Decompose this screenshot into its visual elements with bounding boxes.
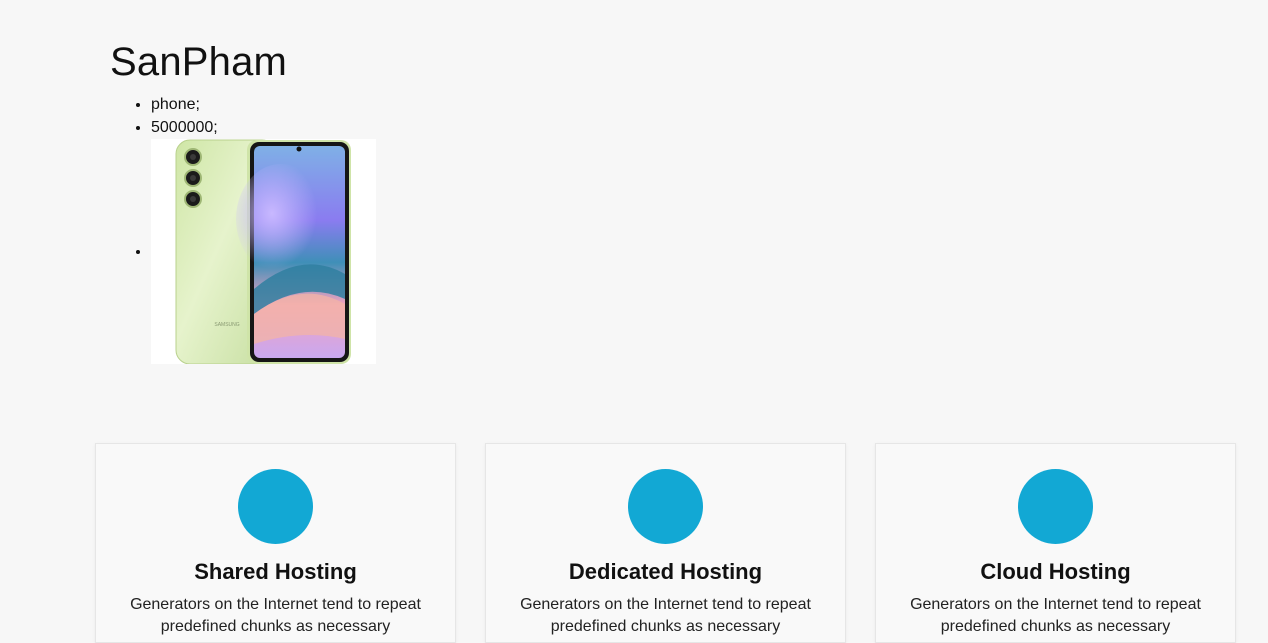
page-title: SanPham [110,40,288,84]
hosting-cards: Shared Hosting Generators on the Interne… [95,443,1237,643]
circle-icon [238,469,313,544]
card-description: Generators on the Internet tend to repea… [520,596,811,635]
card-shared-hosting: Shared Hosting Generators on the Interne… [95,443,456,643]
card-title: Dedicated Hosting [568,559,763,584]
product-price: 5000000; [151,116,376,139]
circle-icon [628,469,703,544]
card-title: Cloud Hosting [980,559,1131,584]
product-list: phone; 5000000; [111,93,376,364]
product-name: phone; [151,93,376,116]
card-title: Shared Hosting [194,559,357,584]
card-dedicated-hosting: Dedicated Hosting Generators on the Inte… [485,443,846,643]
card-cloud-hosting: Cloud Hosting Generators on the Internet… [875,443,1236,643]
circle-icon [1018,469,1093,544]
card-description: Generators on the Internet tend to repea… [130,596,421,635]
product-image-item: SAMSUNG [151,139,376,364]
brand-logo: SAMSUNG [214,322,239,328]
phone-image: SAMSUNG [151,139,376,364]
card-description: Generators on the Internet tend to repea… [910,596,1201,635]
